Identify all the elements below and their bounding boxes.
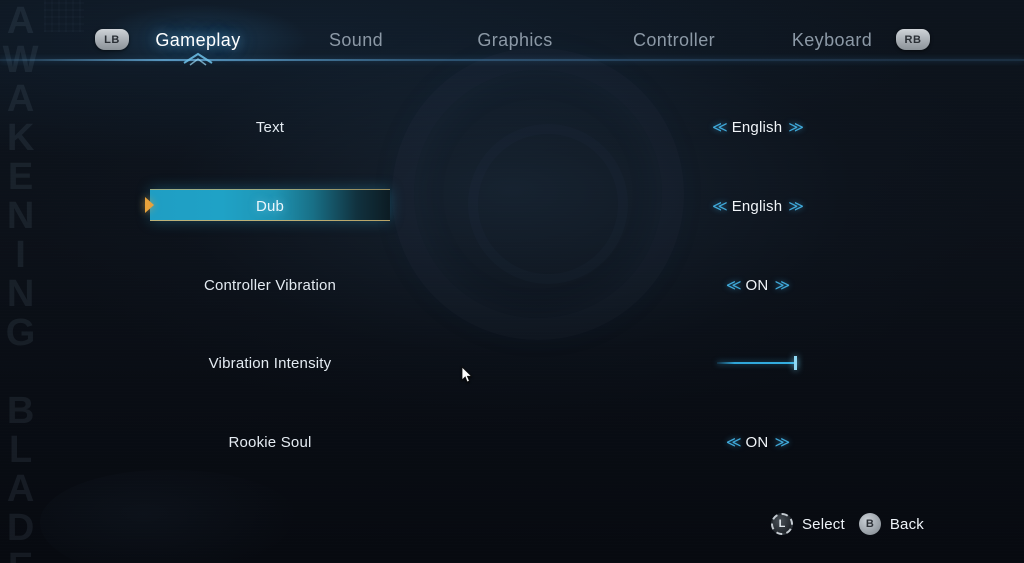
button-prompts: L Select B Back xyxy=(770,513,924,535)
value-text-dub: English xyxy=(731,197,783,215)
value-text-text: English xyxy=(731,118,783,136)
prompt-label-back: Back xyxy=(889,515,924,533)
setting-value-dub[interactable]: ≪ English ≫ xyxy=(637,189,877,223)
value-text-controller-vibration: ON xyxy=(745,276,769,294)
setting-value-rookie-soul[interactable]: ≪ ON ≫ xyxy=(637,425,877,459)
previous-value-chevron-icon[interactable]: ≪ xyxy=(726,435,742,450)
setting-row-controller-vibration[interactable]: Controller Vibration ≪ ON ≫ xyxy=(0,268,1024,302)
left-stick-icon[interactable]: L xyxy=(770,513,793,535)
value-text-rookie-soul: ON xyxy=(745,433,769,451)
setting-label-text: Text xyxy=(255,118,285,136)
previous-value-chevron-icon[interactable]: ≪ xyxy=(726,278,742,293)
setting-value-controller-vibration[interactable]: ≪ ON ≫ xyxy=(637,268,877,302)
slider-handle[interactable] xyxy=(793,356,797,370)
next-value-chevron-icon[interactable]: ≫ xyxy=(788,120,804,135)
prompt-label-select: Select xyxy=(801,515,845,533)
setting-row-vibration-intensity[interactable]: Vibration Intensity xyxy=(0,346,1024,380)
setting-label-dub: Dub xyxy=(255,197,285,215)
next-value-chevron-icon[interactable]: ≫ xyxy=(774,278,790,293)
next-value-chevron-icon[interactable]: ≫ xyxy=(788,199,804,214)
next-value-chevron-icon[interactable]: ≫ xyxy=(774,435,790,450)
previous-value-chevron-icon[interactable]: ≪ xyxy=(712,120,728,135)
slider-vibration-intensity[interactable] xyxy=(717,356,797,370)
setting-label-rookie-soul: Rookie Soul xyxy=(228,433,312,451)
setting-label-vibration-intensity: Vibration Intensity xyxy=(208,354,332,372)
b-button-icon[interactable]: B xyxy=(858,513,881,535)
slider-track[interactable] xyxy=(717,362,797,364)
settings-screen: AWAKENING BLADE LB RB Gameplay Sound Graph… xyxy=(0,0,1024,563)
previous-value-chevron-icon[interactable]: ≪ xyxy=(712,199,728,214)
settings-rows: Text ≪ English ≫ Dub ≪ English ≫ Controller Vibr… xyxy=(0,0,1024,563)
setting-label-controller-vibration: Controller Vibration xyxy=(203,276,337,294)
prompt-select[interactable]: L Select xyxy=(770,513,845,535)
setting-row-text[interactable]: Text ≪ English ≫ xyxy=(0,110,1024,144)
prompt-back[interactable]: B Back xyxy=(858,513,924,535)
setting-row-rookie-soul[interactable]: Rookie Soul ≪ ON ≫ xyxy=(0,425,1024,459)
setting-row-dub[interactable]: Dub ≪ English ≫ xyxy=(0,189,1024,223)
setting-value-text[interactable]: ≪ English ≫ xyxy=(637,110,877,144)
